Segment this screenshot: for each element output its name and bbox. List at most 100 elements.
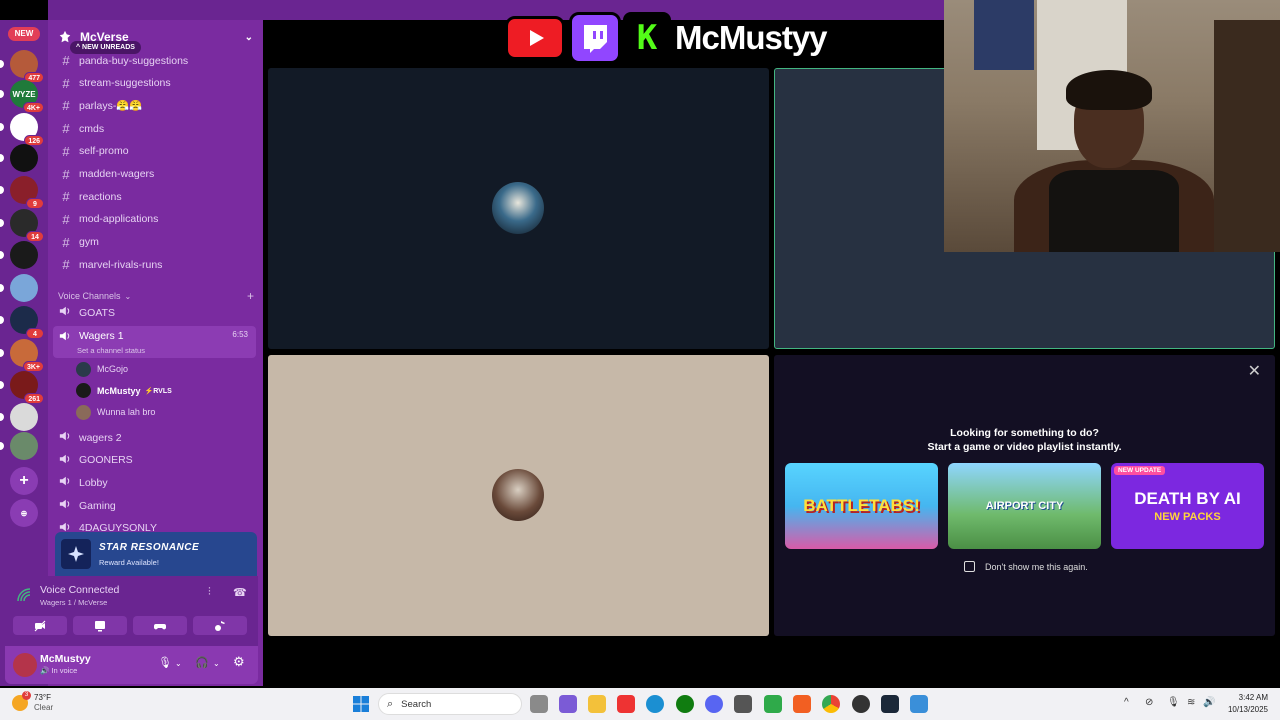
spreadsheet-icon[interactable] bbox=[764, 695, 782, 713]
microphone-icon[interactable]: 🎙 bbox=[1167, 697, 1180, 708]
game-card-death-by-ai[interactable]: NEW UPDATE DEATH BY AI NEW PACKS bbox=[1111, 463, 1264, 549]
add-channel-icon[interactable]: + bbox=[247, 289, 254, 303]
text-channel[interactable]: # mod-applications bbox=[53, 209, 256, 230]
copilot-icon[interactable] bbox=[559, 695, 577, 713]
headphones-icon[interactable]: 🎧 bbox=[195, 656, 209, 669]
server-icon[interactable] bbox=[10, 403, 38, 431]
voice-user[interactable]: McGojo bbox=[76, 360, 128, 378]
text-channel[interactable]: # madden-wagers bbox=[53, 164, 256, 185]
xbox-icon[interactable] bbox=[676, 695, 694, 713]
steam-icon[interactable] bbox=[881, 695, 899, 713]
new-unreads-pill[interactable]: ^ NEW UNREADS bbox=[70, 41, 141, 54]
text-channel[interactable]: # cmds bbox=[53, 118, 256, 139]
clock-time: 3:42 AM bbox=[1238, 693, 1268, 702]
taskbar-search[interactable]: ⌕ Search bbox=[378, 693, 522, 715]
poster bbox=[974, 0, 1034, 70]
chevron-down-icon: ⌄ bbox=[124, 291, 132, 301]
screen-share-button[interactable] bbox=[73, 616, 127, 635]
disconnect-icon[interactable]: ☎ bbox=[233, 586, 247, 599]
voice-channels-header[interactable]: Voice Channels ⌄ + bbox=[58, 289, 254, 303]
clock-date: 10/13/2025 bbox=[1227, 705, 1268, 714]
chrome-icon[interactable] bbox=[822, 695, 840, 713]
discord-icon[interactable] bbox=[705, 695, 723, 713]
system-clock[interactable]: 3:42 AM 10/13/2025 bbox=[1228, 692, 1268, 716]
voice-channel[interactable]: GOONERS bbox=[53, 450, 256, 471]
server-icon[interactable] bbox=[10, 432, 38, 460]
photos-icon[interactable] bbox=[910, 695, 928, 713]
store-icon[interactable] bbox=[734, 695, 752, 713]
game-card-airport-city[interactable]: AIRPORT CITY bbox=[948, 463, 1101, 549]
file-explorer-icon[interactable] bbox=[588, 695, 606, 713]
promo-banner[interactable]: STAR RESONANCE Reward Available! bbox=[55, 532, 257, 576]
server-icon[interactable] bbox=[10, 241, 38, 269]
server-icon[interactable] bbox=[10, 144, 38, 172]
avatar[interactable] bbox=[13, 653, 37, 677]
voice-location[interactable]: Wagers 1 / McVerse bbox=[40, 598, 107, 607]
close-icon[interactable]: ✕ bbox=[1248, 361, 1261, 381]
server-icon[interactable]: 3K+ bbox=[10, 339, 44, 372]
unread-pill bbox=[0, 316, 4, 324]
signal-icon[interactable] bbox=[17, 588, 31, 602]
unread-pill bbox=[0, 123, 4, 131]
video-tile-wunna[interactable] bbox=[268, 355, 769, 636]
dont-show-again[interactable]: Don't show me this again. bbox=[964, 561, 1088, 572]
network-off-icon[interactable]: ⊘ bbox=[1145, 697, 1153, 708]
voice-channel[interactable]: Lobby bbox=[53, 472, 256, 493]
voice-channel[interactable]: Gaming bbox=[53, 495, 256, 516]
text-channel[interactable]: # stream-suggestions bbox=[53, 73, 256, 94]
video-tile-mcgojo[interactable] bbox=[268, 68, 769, 349]
server-icon[interactable]: WYZE 4K+ bbox=[10, 80, 44, 113]
text-channel[interactable]: # reactions bbox=[53, 186, 256, 207]
unread-pill bbox=[0, 154, 4, 162]
app-icon[interactable] bbox=[793, 695, 811, 713]
edge-icon[interactable] bbox=[646, 695, 664, 713]
volume-icon[interactable]: 🔊 bbox=[1203, 697, 1215, 708]
text-channel[interactable]: # marvel-rivals-runs bbox=[53, 254, 256, 275]
unread-pill bbox=[0, 381, 4, 389]
server-icon[interactable]: 4 bbox=[10, 306, 44, 339]
hashtag-icon: # bbox=[62, 189, 70, 205]
noise-suppression-icon[interactable]: ⫶ bbox=[208, 586, 211, 599]
temperature: 73°F bbox=[34, 693, 51, 702]
checkbox[interactable] bbox=[964, 561, 975, 572]
microphone-icon[interactable]: 🎙 bbox=[158, 656, 172, 669]
soundboard-button[interactable] bbox=[193, 616, 247, 635]
chevron-up-icon[interactable]: ^ bbox=[1124, 697, 1129, 708]
windows-start-icon[interactable] bbox=[352, 695, 370, 713]
voice-user[interactable]: McMustyy ⚡RVLS bbox=[76, 382, 172, 400]
game-card-battletabs[interactable]: BATTLETABS! bbox=[785, 463, 938, 549]
chevron-down-icon[interactable]: ⌄ bbox=[175, 659, 182, 668]
new-pill[interactable]: NEW bbox=[8, 27, 40, 41]
text-channel[interactable]: # gym bbox=[53, 232, 256, 253]
text-channel[interactable]: # parlays-😤😤 bbox=[53, 95, 256, 116]
obs-icon[interactable] bbox=[852, 695, 870, 713]
add-server-icon[interactable]: + bbox=[10, 467, 38, 495]
channel-status[interactable]: Set a channel status bbox=[77, 346, 145, 355]
server-icon[interactable]: 477 bbox=[10, 50, 44, 83]
call-timer: 6:53 bbox=[232, 330, 248, 339]
weather-widget[interactable]: 3 73°F Clear bbox=[12, 691, 54, 713]
opera-icon[interactable] bbox=[617, 695, 635, 713]
camera-off-button[interactable] bbox=[13, 616, 67, 635]
server-icon[interactable]: 9 bbox=[10, 176, 44, 209]
voice-user[interactable]: Wunna lah bro bbox=[76, 403, 155, 421]
discover-icon[interactable]: ⊕ bbox=[10, 499, 38, 527]
voice-channel-active[interactable]: Wagers 1 6:53 Set a channel status bbox=[53, 326, 256, 358]
screen-share-icon bbox=[95, 620, 105, 631]
voice-user-name: McGojo bbox=[97, 364, 129, 374]
voice-channel[interactable]: wagers 2 bbox=[53, 427, 256, 448]
activities-button[interactable] bbox=[133, 616, 187, 635]
server-icon[interactable]: 14 bbox=[10, 209, 44, 242]
wifi-icon[interactable]: ≋ bbox=[1187, 697, 1195, 708]
username[interactable]: McMustyy bbox=[40, 653, 91, 665]
chevron-down-icon[interactable]: ⌄ bbox=[213, 659, 220, 668]
text-channel[interactable]: # self-promo bbox=[53, 141, 256, 162]
task-view-icon[interactable] bbox=[530, 695, 548, 713]
server-icon[interactable] bbox=[10, 274, 38, 302]
settings-gear-icon[interactable]: ⚙ bbox=[233, 654, 245, 670]
voice-channel[interactable]: GOATS bbox=[53, 302, 256, 323]
server-icon[interactable]: 126 bbox=[10, 113, 44, 146]
streamer-shirt bbox=[1049, 170, 1179, 252]
server-icon[interactable]: 261 bbox=[10, 371, 44, 404]
condition: Clear bbox=[34, 703, 54, 712]
